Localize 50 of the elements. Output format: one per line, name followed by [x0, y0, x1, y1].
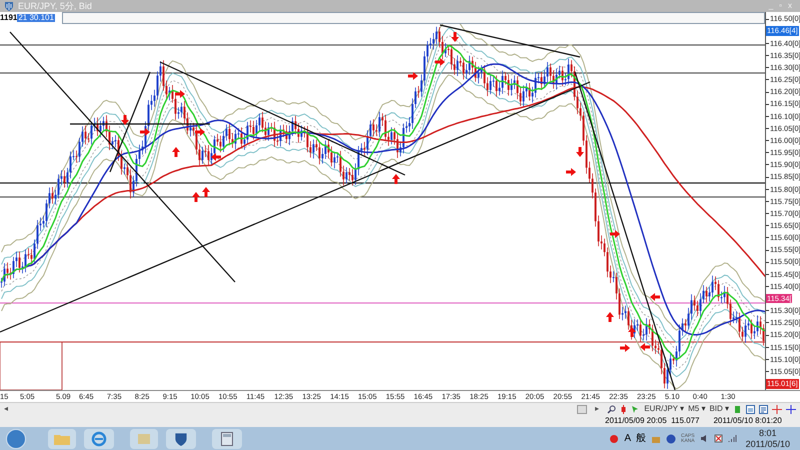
trend-line[interactable] — [160, 61, 406, 176]
status-bar-info: 2011/05/09 20:05 115.077 — [605, 417, 700, 425]
arrow-icon — [140, 128, 150, 136]
browser-icon[interactable] — [84, 428, 114, 448]
scroll-right-button[interactable]: ▸ — [591, 405, 604, 413]
arrow-icon — [172, 147, 180, 157]
scroll-thumb[interactable] — [577, 404, 588, 414]
shield-logo-icon — [4, 1, 14, 11]
horizontal-price-line[interactable] — [0, 182, 765, 184]
window-title: EUR/JPY, 5分, Bid — [18, 2, 92, 10]
arrow-icon — [195, 128, 205, 136]
chart-value-highlight: 21 30.101 — [17, 14, 55, 22]
symbol-dropdown[interactable]: M5 ▾ — [688, 405, 706, 413]
arrow-icon — [175, 90, 185, 98]
start-button[interactable] — [6, 428, 26, 448]
arrow-icon — [121, 115, 129, 125]
settings-window-icon[interactable] — [759, 404, 768, 414]
trend-line[interactable] — [574, 72, 676, 390]
chart-type-icon[interactable] — [733, 404, 742, 414]
candle-icon[interactable] — [620, 404, 628, 414]
arrow-icon — [606, 312, 614, 322]
network-icon[interactable] — [714, 434, 723, 443]
input-mode[interactable]: 般 — [636, 434, 646, 444]
window-icon[interactable] — [746, 404, 755, 414]
arrow-icon — [408, 72, 418, 80]
trend-line[interactable] — [10, 32, 236, 282]
trend-line[interactable] — [0, 81, 590, 333]
arrow-icon — [576, 147, 584, 157]
calculator-icon[interactable] — [212, 428, 242, 448]
arrow-icon — [392, 174, 400, 184]
arrow-icon — [451, 32, 459, 42]
arrow-icon — [566, 168, 576, 176]
clock[interactable]: 8:01 2011/05/10 — [746, 428, 790, 448]
trend-line[interactable] — [440, 24, 580, 58]
zoom-icon[interactable] — [607, 404, 616, 414]
arrow-icon — [610, 230, 620, 238]
shield-app-icon[interactable] — [166, 428, 196, 448]
trend-line[interactable] — [70, 123, 210, 125]
symbol-dropdown[interactable]: BID ▾ — [709, 405, 729, 413]
status-time: 2011/05/10 8:01:20 — [713, 417, 782, 425]
scroll-left-button[interactable]: ◂ — [0, 405, 12, 413]
input-mode[interactable]: A — [624, 434, 631, 444]
arrow-icon — [435, 58, 445, 66]
speaker-icon[interactable] — [700, 434, 709, 443]
arrow-icon — [211, 153, 221, 161]
signal-bars-icon[interactable] — [728, 434, 737, 443]
arrow-icon — [650, 293, 660, 301]
chart-label: 1191 — [0, 14, 18, 22]
symbol-dropdown[interactable]: EUR/JPY ▾ — [644, 405, 684, 413]
trend-line[interactable] — [109, 72, 151, 172]
